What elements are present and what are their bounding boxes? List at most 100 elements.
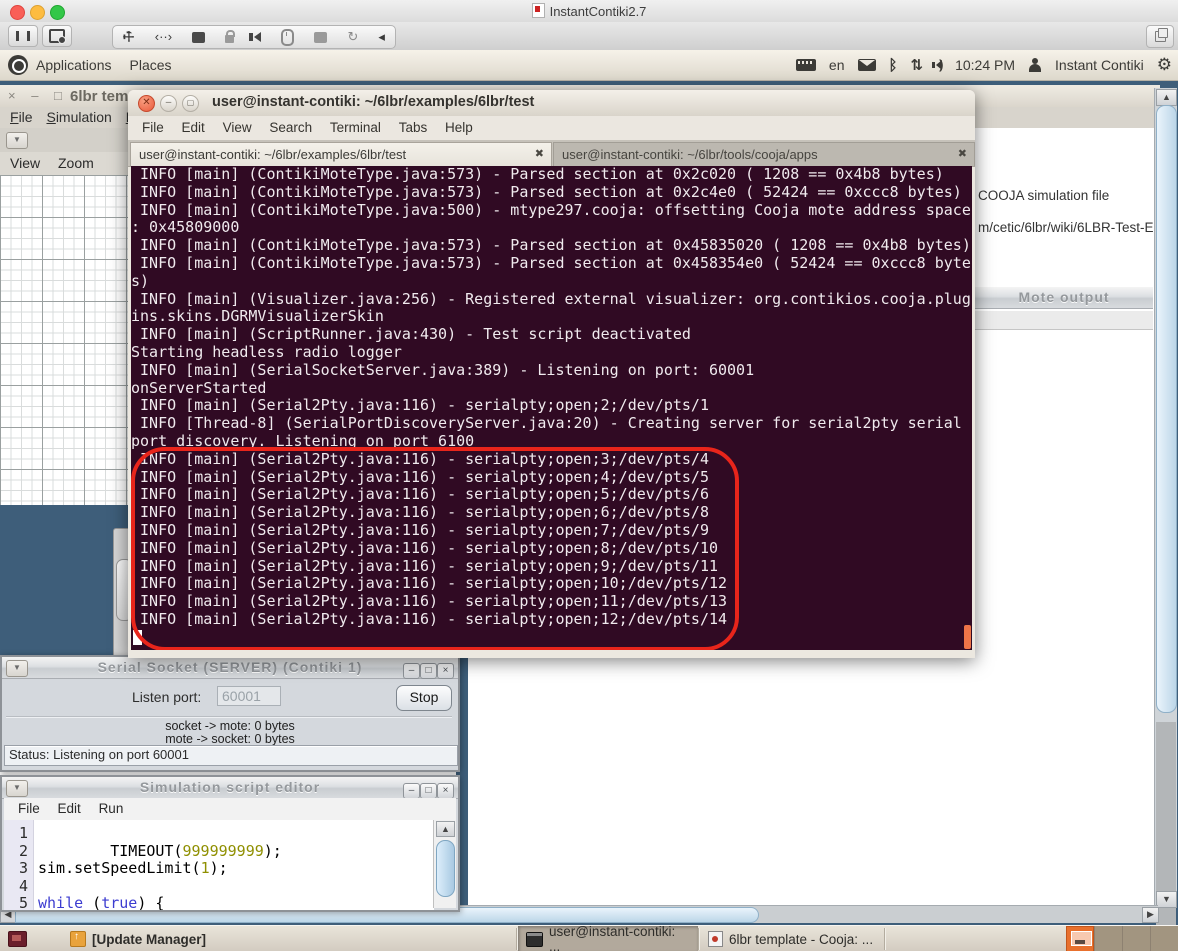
editor-scrollbar-thumb[interactable] xyxy=(436,840,455,897)
network-visualizer-grid[interactable] xyxy=(0,175,128,506)
collapse-window-button[interactable]: ▼ xyxy=(6,660,28,677)
scroll-up-button[interactable]: ▲ xyxy=(1156,89,1177,106)
editor-menu-run[interactable]: Run xyxy=(99,801,124,816)
keyboard-layout-icon[interactable] xyxy=(796,59,816,71)
code-editor[interactable]: 12345 TIMEOUT(999999999);sim.setSpeedLim… xyxy=(4,820,434,912)
taskbar-item-update-manager[interactable]: [Update Manager] xyxy=(62,926,214,951)
code-brackets-icon[interactable]: ‹··› xyxy=(155,26,172,48)
mote-output-titlebar[interactable]: Mote output xyxy=(975,287,1153,309)
terminal-menu-terminal[interactable]: Terminal xyxy=(330,120,381,135)
speaker-icon[interactable] xyxy=(254,32,261,42)
vm-unity-button[interactable] xyxy=(1146,25,1174,48)
vm-snapshot-button[interactable] xyxy=(42,25,72,47)
scroll-right-button[interactable]: ▶ xyxy=(1142,907,1159,923)
vm-device-toolbar: ⚒ ‹··› ↻ ◂ xyxy=(112,25,396,49)
network-arrows-icon[interactable]: ⇅ xyxy=(911,56,924,74)
ubuntu-logo-icon[interactable] xyxy=(8,55,28,75)
listen-port-field[interactable]: 60001 xyxy=(217,686,281,706)
workspace-1[interactable] xyxy=(1066,926,1094,951)
harddisk-icon[interactable] xyxy=(192,32,205,43)
menu-places[interactable]: Places xyxy=(130,57,172,73)
terminal-scrollbar-thumb[interactable] xyxy=(964,625,971,649)
vm-pause-button[interactable] xyxy=(8,25,38,47)
vertical-scrollbar-thumb[interactable] xyxy=(1156,105,1177,713)
menu-applications[interactable]: Applications xyxy=(36,57,112,73)
gear-icon[interactable]: ⚙ xyxy=(1157,58,1172,72)
keyboard-layout-code[interactable]: en xyxy=(829,57,845,73)
mail-indicator-icon[interactable] xyxy=(858,59,876,71)
maximize-button[interactable]: □ xyxy=(420,783,437,799)
volume-icon[interactable] xyxy=(936,60,942,70)
terminal-tab-inactive[interactable]: user@instant-contiki: ~/6lbr/tools/cooja… xyxy=(553,142,975,166)
listen-port-label: Listen port: xyxy=(132,689,201,705)
cooja-icon xyxy=(708,931,723,947)
taskbar-item-cooja[interactable]: 6lbr template - Cooja: ... xyxy=(700,926,882,951)
viz-menu-zoom[interactable]: Zoom xyxy=(58,155,94,171)
sync-icon[interactable]: ↻ xyxy=(347,26,358,48)
minimize-button[interactable]: ‒ xyxy=(403,663,420,679)
code-line: TIMEOUT(999999999); xyxy=(38,843,434,861)
viz-menu-view[interactable]: View xyxy=(10,155,40,171)
line-number: 2 xyxy=(4,843,28,861)
tab-close-icon[interactable]: ✖ xyxy=(958,147,967,160)
terminal-menu-edit[interactable]: Edit xyxy=(182,120,205,135)
script-editor-titlebar[interactable]: ▼ Simulation script editor ‒□× xyxy=(2,777,458,799)
terminal-menu-view[interactable]: View xyxy=(223,120,252,135)
code-area[interactable]: TIMEOUT(999999999);sim.setSpeedLimit(1);… xyxy=(34,820,434,912)
stop-button[interactable]: Stop xyxy=(396,685,452,711)
wrench-icon[interactable]: ⚒ xyxy=(117,25,141,49)
cooja-menu-simulation[interactable]: Simulation xyxy=(46,109,111,125)
lock-icon[interactable] xyxy=(225,35,234,43)
terminal-menu-tabs[interactable]: Tabs xyxy=(399,120,428,135)
terminal-titlebar[interactable]: ✕ – ▢ user@instant-contiki: ~/6lbr/examp… xyxy=(128,90,975,117)
minimize-button[interactable]: ‒ xyxy=(403,783,420,799)
workspace-4[interactable] xyxy=(1150,926,1178,951)
script-editor-title: Simulation script editor xyxy=(2,777,458,798)
snapshot-icon xyxy=(49,29,65,43)
collapse-window-button[interactable]: ▼ xyxy=(6,132,28,149)
serial-socket-titlebar[interactable]: ▼ Serial Socket (SERVER) (Contiki 1) ‒□× xyxy=(2,657,458,679)
terminal-tab-active[interactable]: user@instant-contiki: ~/6lbr/examples/6l… xyxy=(130,142,552,166)
editor-menu-file[interactable]: File xyxy=(18,801,40,816)
editor-scrollbar[interactable]: ▲ xyxy=(433,820,456,908)
user-icon[interactable] xyxy=(1028,58,1042,72)
close-button[interactable]: × xyxy=(437,783,454,799)
tab-close-icon[interactable]: ✖ xyxy=(535,147,544,160)
maximize-button[interactable]: ▢ xyxy=(182,95,199,112)
code-segment: sim.setSpeedLimit( xyxy=(38,859,201,877)
terminal-line: INFO [main] (Serial2Pty.java:116) - seri… xyxy=(131,558,972,576)
taskbar-item-label: user@instant-contiki: ... xyxy=(549,924,690,951)
terminal-menu-help[interactable]: Help xyxy=(445,120,473,135)
workspace-3[interactable] xyxy=(1122,926,1150,951)
bluetooth-icon[interactable]: ᛒ xyxy=(889,57,898,74)
editor-menu-edit[interactable]: Edit xyxy=(58,801,81,816)
terminal-line: : 0x45809000 xyxy=(131,219,972,237)
window-controls: ‒□× xyxy=(403,660,454,679)
maximize-button[interactable]: □ xyxy=(420,663,437,679)
scroll-up-button[interactable]: ▲ xyxy=(436,821,455,837)
collapse-window-button[interactable]: ▼ xyxy=(6,780,28,797)
terminal-line: port discovery. Listening on port 6100 xyxy=(131,433,972,451)
scroll-down-button[interactable]: ▼ xyxy=(1156,891,1177,908)
cooja-window-buttons[interactable]: × – □ xyxy=(8,88,68,103)
taskbar-item-terminal[interactable]: user@instant-contiki: ... xyxy=(518,926,698,951)
serial-socket-window: ▼ Serial Socket (SERVER) (Contiki 1) ‒□×… xyxy=(0,655,460,772)
mouse-icon[interactable] xyxy=(281,29,294,46)
terminal-output[interactable]: INFO [main] (ContikiMoteType.java:573) -… xyxy=(131,166,972,650)
script-editor-window: ▼ Simulation script editor ‒□× File Edit… xyxy=(0,775,460,912)
close-button[interactable]: × xyxy=(437,663,454,679)
workspace-2[interactable] xyxy=(1094,926,1122,951)
cooja-menu-file[interactable]: File xyxy=(10,109,33,125)
floppy-icon[interactable] xyxy=(314,32,327,43)
clock[interactable]: 10:24 PM xyxy=(955,57,1015,73)
terminal-menu-file[interactable]: File xyxy=(142,120,164,135)
vertical-scrollbar-track[interactable] xyxy=(1156,722,1176,951)
show-desktop-icon[interactable] xyxy=(8,931,27,947)
mote-output-title: Mote output xyxy=(975,287,1153,308)
session-user[interactable]: Instant Contiki xyxy=(1055,57,1144,73)
minimize-button[interactable]: – xyxy=(160,95,177,112)
collapse-toolbar-icon[interactable]: ◂ xyxy=(378,26,385,48)
close-button[interactable]: ✕ xyxy=(138,95,155,112)
vertical-scrollbar[interactable]: ▲ ▼ xyxy=(1154,88,1177,908)
terminal-menu-search[interactable]: Search xyxy=(269,120,312,135)
